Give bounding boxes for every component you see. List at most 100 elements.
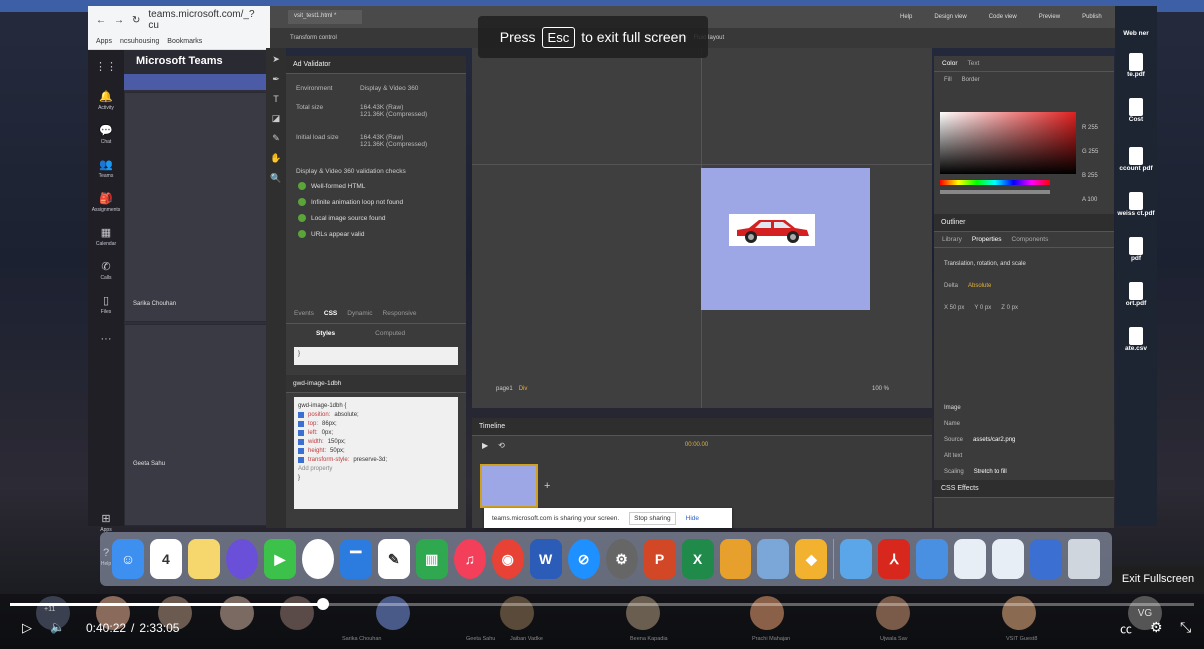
file-label[interactable]: pdf [1115, 255, 1157, 262]
pdf-icon[interactable] [1129, 237, 1143, 255]
numbers-icon[interactable]: ▥ [415, 539, 448, 579]
pdf-icon[interactable] [1129, 282, 1143, 300]
tab-dynamic[interactable]: Dynamic [347, 310, 372, 317]
chrome-icon[interactable]: ◉ [491, 539, 524, 579]
menu-preview[interactable]: Preview [1039, 14, 1060, 20]
file-label[interactable]: ate.csv [1115, 345, 1157, 352]
css-effects-header[interactable]: CSS Effects [934, 480, 1114, 498]
tab-properties[interactable]: Properties [972, 236, 1002, 243]
b-value[interactable]: B 255 [1082, 164, 1098, 188]
menu-help[interactable]: Help [900, 14, 912, 20]
selection-tool-icon[interactable]: ➤ [272, 54, 280, 65]
keynote-icon[interactable]: ▔ [339, 539, 372, 579]
rail-calls[interactable]: ✆ Calls [88, 254, 124, 288]
document-tab[interactable]: vsit_test1.html * [288, 10, 362, 24]
zoom-tool-icon[interactable]: 🔍 [270, 173, 281, 184]
shape-tool-icon[interactable]: ◪ [272, 113, 281, 124]
reload-icon[interactable]: ↻ [132, 15, 140, 26]
stop-sharing-button[interactable]: Stop sharing [629, 511, 676, 525]
tab-color[interactable]: Color [942, 60, 958, 67]
rail-assignments[interactable]: 🎒 Assignments [88, 186, 124, 220]
tab-styles[interactable]: Styles [316, 330, 335, 337]
menu-publish[interactable]: Publish [1082, 14, 1102, 20]
border-option[interactable]: Border [962, 77, 980, 83]
pdf-icon[interactable] [1129, 192, 1143, 210]
screenshot-icon[interactable] [916, 539, 949, 579]
css-property-row[interactable]: transform-style: preserve-3d; [298, 455, 454, 464]
tab-components[interactable]: Components [1012, 236, 1049, 243]
file-label[interactable]: te.pdf [1115, 71, 1157, 78]
delta-radio[interactable]: Delta [944, 283, 958, 289]
trash-icon[interactable] [1068, 539, 1100, 579]
rail-teams[interactable]: 👥 Teams [88, 152, 124, 186]
powerpoint-icon[interactable]: P [643, 539, 676, 579]
tab-css[interactable]: CSS [324, 310, 337, 317]
books-icon[interactable] [719, 539, 752, 579]
settings-icon[interactable]: ⚙ [1150, 619, 1163, 636]
file-label[interactable]: Web ner [1115, 30, 1157, 37]
css-property-row[interactable]: height: 50px; [298, 446, 454, 455]
tab-library[interactable]: Library [942, 236, 962, 243]
rail-activity[interactable]: 🔔 Activity [88, 84, 124, 118]
finder-icon[interactable]: ☺ [112, 539, 144, 579]
pdf-icon[interactable] [1129, 147, 1143, 165]
a-value[interactable]: A 100 [1082, 188, 1098, 212]
css-property-row[interactable]: width: 150px; [298, 437, 454, 446]
siri-icon[interactable] [225, 539, 258, 579]
settings-icon[interactable]: ⚙ [605, 539, 638, 579]
file-label[interactable]: Cost [1115, 116, 1157, 123]
rail-chat[interactable]: 💬 Chat [88, 118, 124, 152]
calendar-icon[interactable]: 4 [149, 539, 182, 579]
file-icon[interactable] [1129, 98, 1143, 116]
scaling-row[interactable]: Scaling Stretch to fill [934, 464, 1114, 480]
checkbox[interactable] [298, 456, 304, 463]
menu-design-view[interactable]: Design view [934, 14, 966, 20]
word-icon[interactable]: W [529, 539, 562, 579]
x-input[interactable]: X 50 px [944, 305, 964, 311]
car-image[interactable] [729, 214, 815, 246]
file-label[interactable]: ccount pdf [1115, 165, 1157, 172]
safari-icon[interactable]: ⊘ [567, 539, 600, 579]
transform-control-checkbox[interactable]: Transform control [290, 35, 337, 41]
absolute-radio[interactable]: Absolute [968, 283, 991, 289]
tab-computed[interactable]: Computed [375, 330, 405, 337]
r-value[interactable]: R 255 [1082, 116, 1098, 140]
name-row[interactable]: Name [934, 416, 1114, 432]
file-label[interactable]: weiss ct.pdf [1115, 210, 1157, 217]
pen-tool-icon[interactable]: ✒ [272, 74, 280, 85]
paint-tool-icon[interactable]: ✎ [272, 133, 280, 144]
back-icon[interactable]: ← [96, 15, 106, 26]
more-icon[interactable]: ··· [88, 322, 124, 356]
sketch-icon[interactable]: ◆ [795, 539, 828, 579]
add-page-icon[interactable]: + [544, 480, 550, 492]
hand-tool-icon[interactable]: ✋ [270, 153, 281, 164]
facetime-icon[interactable]: ▶ [263, 539, 296, 579]
progress-handle[interactable] [317, 598, 329, 610]
archive-icon[interactable] [992, 539, 1025, 579]
volume-icon[interactable]: 🔈 [50, 620, 65, 634]
checkbox[interactable] [298, 429, 304, 436]
address-bar[interactable]: teams.microsoft.com/_?cu [148, 9, 262, 31]
captions-icon[interactable]: ㏄ [1120, 620, 1132, 637]
fill-option[interactable]: Fill [944, 77, 952, 83]
hue-slider[interactable] [940, 180, 1050, 185]
menu-code-view[interactable]: Code view [989, 14, 1017, 20]
excel-icon[interactable]: X [681, 539, 714, 579]
text-tool-icon[interactable]: T [273, 94, 279, 104]
css-property-row[interactable]: position: absolute; [298, 410, 454, 419]
folder-icon[interactable] [840, 539, 873, 579]
exit-fullscreen-icon[interactable]: ⤡ [1180, 619, 1191, 636]
checkbox[interactable] [298, 420, 304, 427]
bookmark-apps[interactable]: Apps [96, 38, 112, 45]
rail-calendar[interactable]: ▦ Calendar [88, 220, 124, 254]
tab-responsive[interactable]: Responsive [383, 310, 417, 317]
textedit-icon[interactable]: ✎ [377, 539, 410, 579]
tab-events[interactable]: Events [294, 310, 314, 317]
css-property-row[interactable]: left: 0px; [298, 428, 454, 437]
loop-icon[interactable]: ⟲ [498, 441, 505, 450]
outliner-title[interactable]: Outliner [934, 214, 1114, 232]
checkbox[interactable] [298, 438, 304, 445]
g-value[interactable]: G 255 [1082, 140, 1098, 164]
rail-files[interactable]: ▯ Files [88, 288, 124, 322]
mail-icon[interactable] [954, 539, 987, 579]
